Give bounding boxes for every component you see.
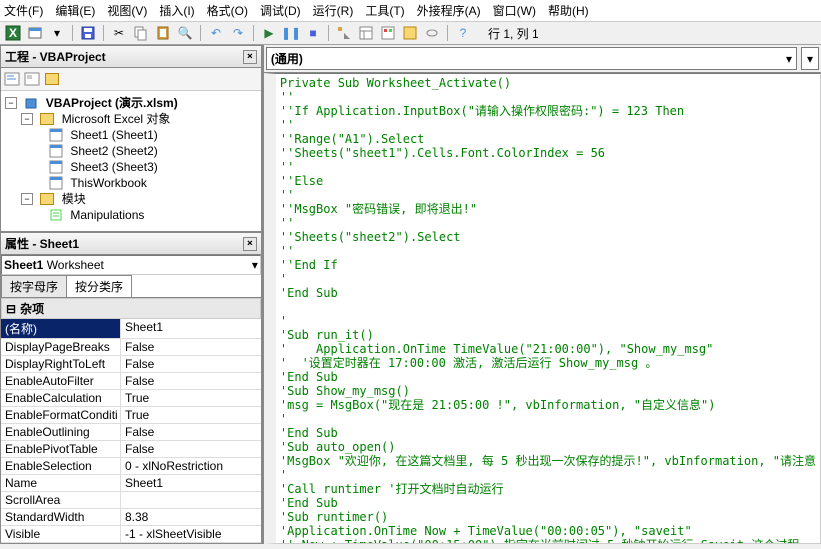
paste-icon[interactable] [154,24,172,42]
properties-panel-title: 属性 - Sheet1 × [1,233,261,255]
menu-view[interactable]: 视图(V) [107,2,147,19]
find-icon[interactable]: 🔍 [176,24,194,42]
menu-window[interactable]: 窗口(W) [493,2,536,19]
tab-categorized[interactable]: 按分类序 [66,275,132,297]
property-row[interactable]: EnablePivotTableFalse [1,441,261,458]
svg-text:X: X [9,26,17,40]
menu-bar: 文件(F) 编辑(E) 视图(V) 插入(I) 格式(O) 调试(D) 运行(R… [0,0,821,22]
property-row[interactable]: EnableAutoFilterFalse [1,373,261,390]
tree-sheet[interactable]: Sheet3 (Sheet3) [5,159,257,175]
copy-icon[interactable] [132,24,150,42]
menu-edit[interactable]: 编辑(E) [55,2,95,19]
view-object-icon[interactable] [23,70,41,88]
property-row[interactable]: ScrollArea [1,492,261,509]
procedure-dropdown[interactable]: ▾ [801,47,819,70]
properties-grid[interactable]: ⊟杂项 (名称)Sheet1DisplayPageBreaksFalseDisp… [1,298,261,543]
tree-sheet[interactable]: Sheet2 (Sheet2) [5,143,257,159]
menu-help[interactable]: 帮助(H) [548,2,589,19]
tree-root[interactable]: − VBAProject (演示.xlsm) [5,95,257,111]
redo-icon[interactable]: ↷ [229,24,247,42]
object-selector[interactable]: Sheet1 Worksheet▾ [1,255,261,275]
menu-file[interactable]: 文件(F) [4,2,43,19]
property-row[interactable]: EnableSelection0 - xlNoRestriction [1,458,261,475]
dropdown-icon[interactable]: ▾ [48,24,66,42]
tree-sheet[interactable]: Sheet1 (Sheet1) [5,127,257,143]
property-row[interactable]: EnableOutliningFalse [1,424,261,441]
code-editor[interactable]: Private Sub Worksheet_Activate() '' ''If… [264,73,821,544]
menu-format[interactable]: 格式(O) [207,2,248,19]
cut-icon[interactable]: ✂ [110,24,128,42]
tree-workbook[interactable]: ThisWorkbook [5,175,257,191]
close-icon[interactable]: × [243,50,257,64]
run-icon[interactable]: ▶ [260,24,278,42]
property-row[interactable]: DisplayRightToLeftFalse [1,356,261,373]
close-icon[interactable]: × [243,237,257,251]
stop-icon[interactable]: ■ [304,24,322,42]
cursor-position: 行 1, 列 1 [488,25,539,42]
toolbar: X ▾ ✂ 🔍 ↶ ↷ ▶ ❚❚ ■ ? 行 1, 列 1 [0,22,821,45]
property-row[interactable]: NameSheet1 [1,475,261,492]
undo-icon[interactable]: ↶ [207,24,225,42]
object-dropdown[interactable]: (通用)▾ [266,47,797,70]
tree-module[interactable]: Manipulations [5,207,257,223]
menu-run[interactable]: 运行(R) [313,2,354,19]
property-row[interactable]: DisplayPageBreaksFalse [1,339,261,356]
property-row[interactable]: (名称)Sheet1 [1,319,261,339]
project-panel-title: 工程 - VBAProject × [1,46,261,68]
toolbox-icon[interactable] [423,24,441,42]
property-row[interactable]: EnableFormatConditiTrue [1,407,261,424]
properties-icon[interactable] [379,24,397,42]
view-icon[interactable] [26,24,44,42]
property-row[interactable]: EnableCalculationTrue [1,390,261,407]
tab-alphabetic[interactable]: 按字母序 [1,275,67,297]
menu-debug[interactable]: 调试(D) [260,2,301,19]
category-header[interactable]: ⊟杂项 [1,298,261,319]
excel-icon[interactable]: X [4,24,22,42]
tree-modules-folder[interactable]: − 模块 [5,191,257,207]
object-browser-icon[interactable] [401,24,419,42]
project-explorer-icon[interactable] [357,24,375,42]
menu-tools[interactable]: 工具(T) [365,2,404,19]
tree-excel-folder[interactable]: − Microsoft Excel 对象 [5,111,257,127]
menu-addins[interactable]: 外接程序(A) [417,2,481,19]
help-icon[interactable]: ? [454,24,472,42]
view-code-icon[interactable] [3,70,21,88]
folder-toggle-icon[interactable] [43,70,61,88]
property-row[interactable]: Visible-1 - xlSheetVisible [1,526,261,543]
property-row[interactable]: StandardWidth8.38 [1,509,261,526]
menu-insert[interactable]: 插入(I) [159,2,194,19]
design-mode-icon[interactable] [335,24,353,42]
save-icon[interactable] [79,24,97,42]
project-tree[interactable]: − VBAProject (演示.xlsm) − Microsoft Excel… [1,91,261,227]
pause-icon[interactable]: ❚❚ [282,24,300,42]
